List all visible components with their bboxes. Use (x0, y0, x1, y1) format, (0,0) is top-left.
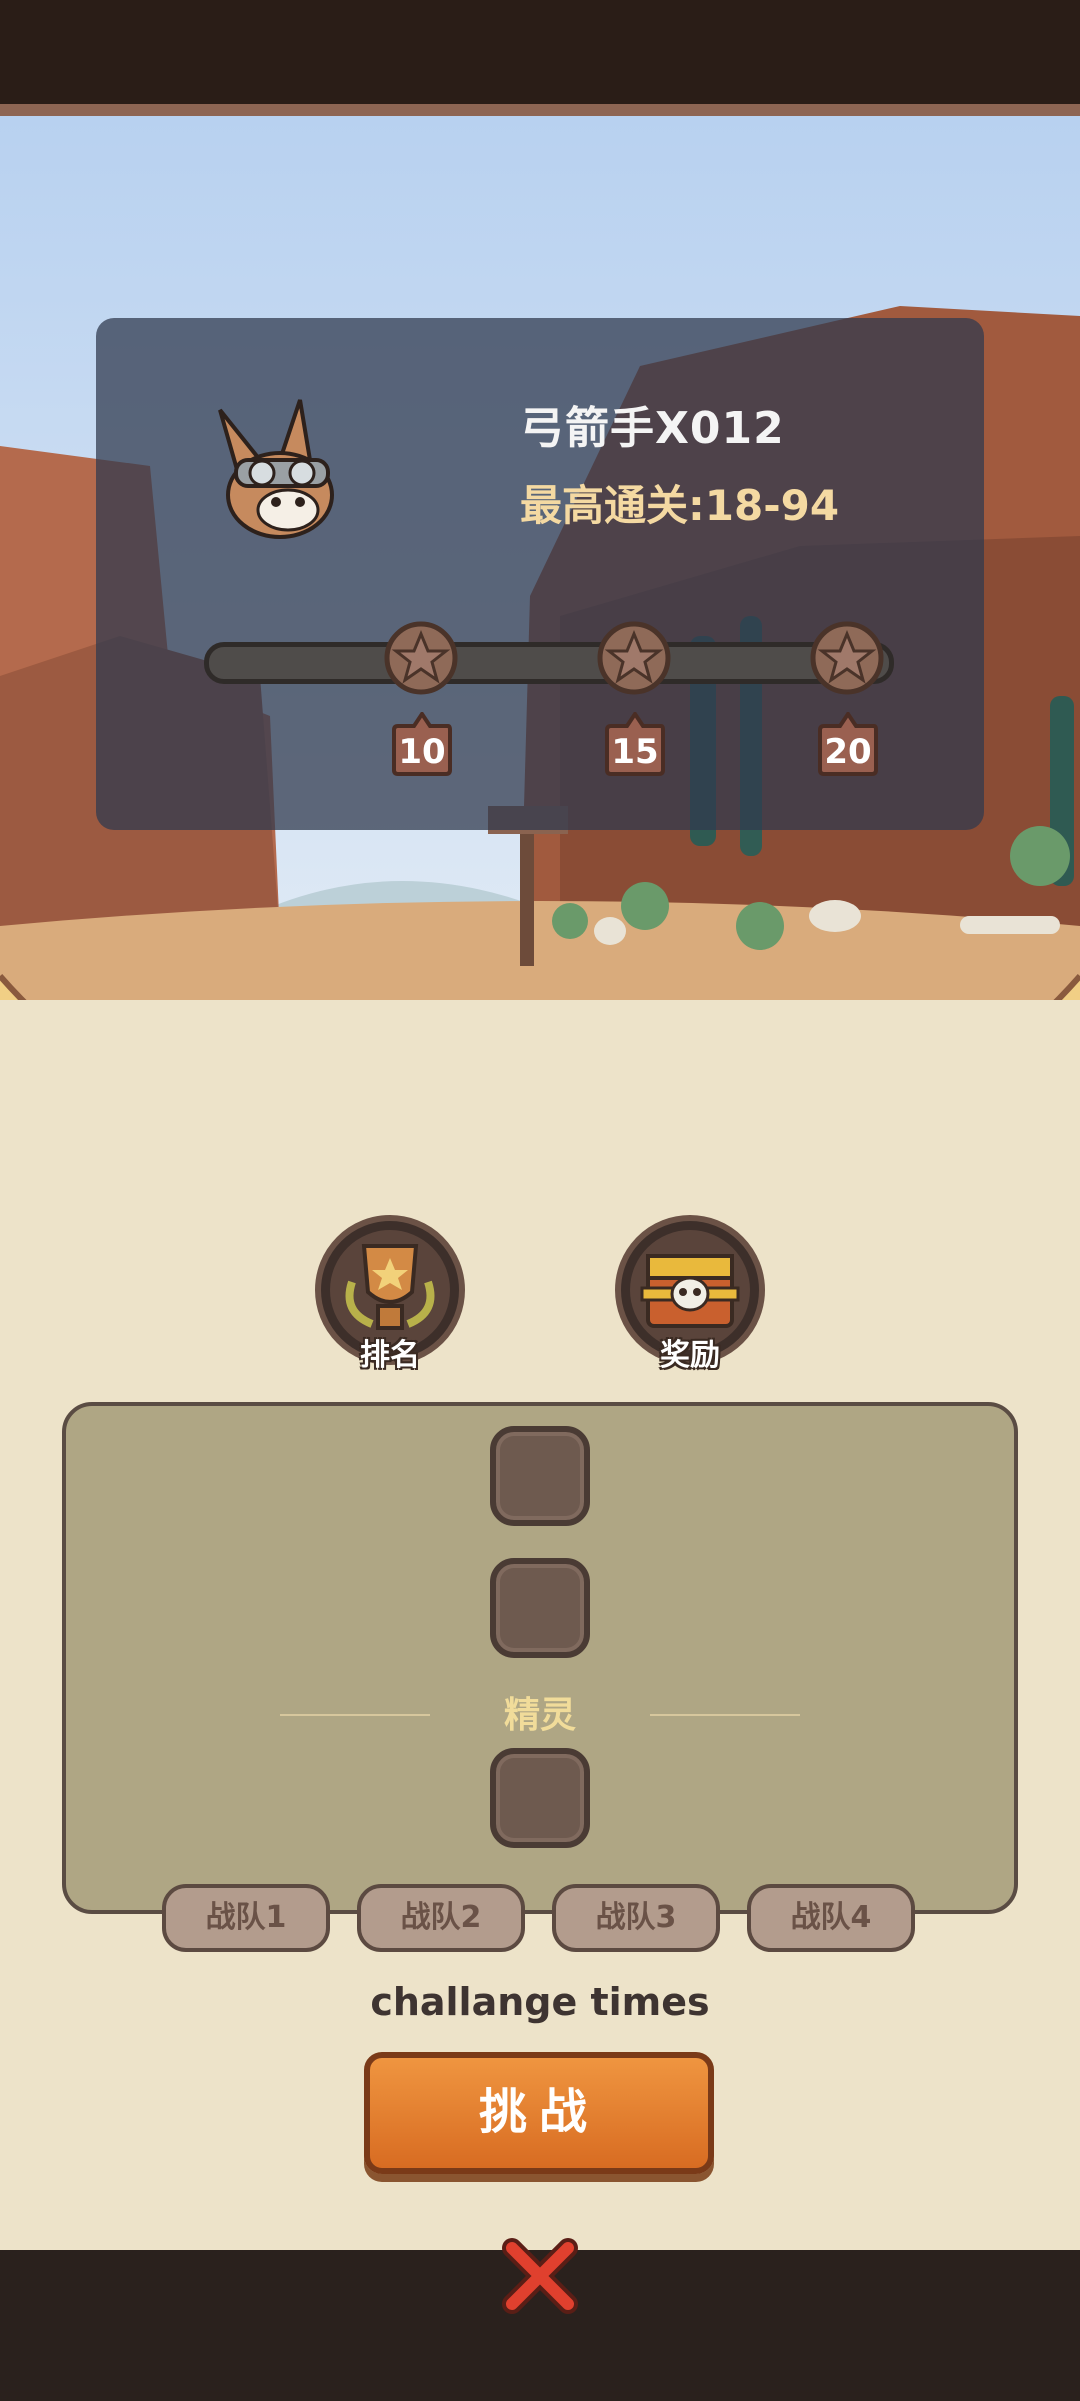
spirit-label: 精灵 (503, 1695, 576, 1736)
reward-progress-bar (204, 642, 894, 684)
milestone-value: 20 (824, 732, 872, 772)
tab-team-4[interactable]: 战队4 (747, 1884, 915, 1952)
ranking-label: 排名 (360, 1338, 420, 1373)
tab-team-2[interactable]: 战队2 (357, 1884, 525, 1952)
milestone-star-icon[interactable] (809, 620, 885, 696)
team-slot[interactable] (490, 1558, 590, 1658)
reward-label: 奖励 (660, 1338, 720, 1373)
milestone-value: 10 (398, 732, 446, 772)
top-frame-edge (0, 104, 1080, 116)
team-slot[interactable] (490, 1426, 590, 1526)
milestone-value: 15 (611, 732, 659, 772)
tab-team-1[interactable]: 战队1 (162, 1884, 330, 1952)
milestone-marker: 20 (818, 712, 878, 776)
challenge-button[interactable]: 挑战 (364, 2052, 714, 2174)
divider (280, 1714, 430, 1716)
player-name: 弓箭手X012 (520, 403, 785, 454)
ranking-button[interactable]: 排名 (312, 1212, 468, 1373)
milestone-marker: 10 (392, 712, 452, 776)
milestone-star-icon[interactable] (596, 620, 672, 696)
close-icon (502, 2238, 578, 2314)
team-slot[interactable] (490, 1748, 590, 1848)
challenge-times-label: challange times (370, 1980, 710, 2024)
fox-pilot-avatar-icon (200, 390, 370, 550)
reward-button[interactable]: 奖励 (612, 1212, 768, 1373)
best-stage-text: 最高通关:18-94 (520, 481, 840, 530)
close-button[interactable] (490, 2226, 590, 2326)
milestone-marker: 15 (605, 712, 665, 776)
tab-team-3[interactable]: 战队3 (552, 1884, 720, 1952)
milestone-star-icon[interactable] (383, 620, 459, 696)
divider (650, 1714, 800, 1716)
top-frame (0, 0, 1080, 112)
